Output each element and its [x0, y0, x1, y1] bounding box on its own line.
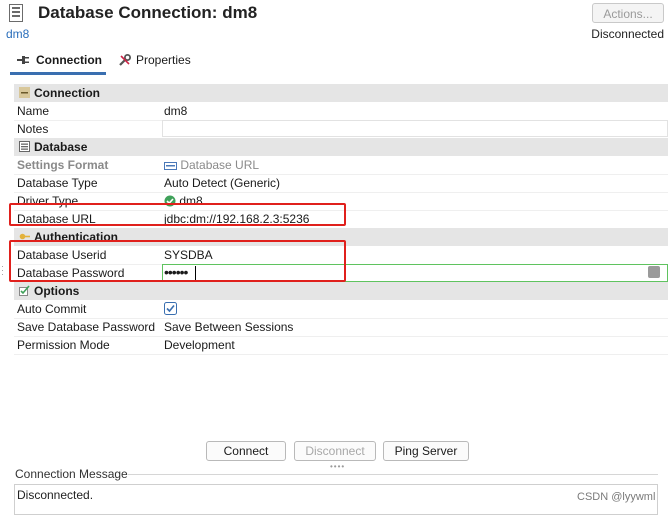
tab-properties-label: Properties	[136, 53, 191, 67]
auto-commit-label: Auto Commit	[17, 302, 87, 316]
property-row-permission-mode: Permission Mode Development	[14, 336, 668, 355]
category-database[interactable]: Database	[14, 138, 668, 156]
settings-format-value[interactable]: Database URL	[164, 158, 259, 172]
wrench-icon	[119, 53, 131, 66]
notes-label: Notes	[17, 122, 49, 136]
property-row-settings-format: Settings Format Database URL	[14, 156, 668, 175]
settings-format-label: Settings Format	[17, 158, 109, 172]
property-row-name: Name dm8	[14, 102, 668, 121]
annotation-box-credentials	[9, 240, 346, 282]
property-row-database-type: Database Type Auto Detect (Generic)	[14, 174, 668, 193]
annotation-box-url	[9, 203, 346, 226]
tab-connection[interactable]: Connection	[17, 53, 102, 67]
name-value[interactable]: dm8	[164, 104, 187, 118]
resize-grip-icon[interactable]: · · ·	[1, 262, 4, 279]
active-tab-indicator	[10, 72, 106, 75]
category-connection-title: Connection	[34, 86, 100, 100]
divider	[128, 474, 658, 475]
property-row-auto-commit: Auto Commit	[14, 300, 668, 319]
property-row-save-password: Save Database Password Save Between Sess…	[14, 318, 668, 337]
field-menu-icon[interactable]	[648, 266, 660, 278]
checkbox-checked-icon[interactable]	[164, 302, 177, 315]
database-type-value[interactable]: Auto Detect (Generic)	[164, 176, 280, 190]
category-database-title: Database	[34, 140, 88, 154]
plug-icon	[17, 56, 29, 64]
tab-connection-label: Connection	[36, 53, 102, 67]
connection-status: Disconnected	[591, 27, 664, 41]
options-icon	[19, 285, 30, 296]
settings-format-text: Database URL	[180, 158, 260, 172]
name-label: Name	[17, 104, 50, 118]
save-password-value[interactable]: Save Between Sessions	[164, 320, 293, 334]
connection-name-link[interactable]: dm8	[6, 27, 29, 41]
database-type-label: Database Type	[17, 176, 98, 190]
save-password-label: Save Database Password	[17, 320, 156, 334]
notes-field[interactable]	[162, 120, 668, 137]
ping-server-button[interactable]: Ping Server	[383, 441, 469, 461]
connect-button[interactable]: Connect	[206, 441, 286, 461]
database-category-icon	[19, 141, 30, 152]
connection-category-icon	[19, 87, 30, 98]
disconnect-button[interactable]: Disconnect	[294, 441, 376, 461]
category-options-title: Options	[34, 284, 80, 298]
category-options[interactable]: Options	[14, 282, 668, 300]
splitter-handle-icon[interactable]: ••••	[330, 462, 345, 471]
property-row-notes: Notes	[14, 120, 668, 139]
connection-message-text: Disconnected.	[17, 488, 94, 502]
url-icon	[164, 161, 177, 170]
database-icon	[9, 4, 23, 22]
tab-properties[interactable]: Properties	[118, 53, 191, 67]
permission-mode-label: Permission Mode	[17, 338, 110, 352]
connection-message-label: Connection Message	[15, 467, 128, 481]
permission-mode-value[interactable]: Development	[164, 338, 235, 352]
category-connection[interactable]: Connection	[14, 84, 668, 102]
watermark: CSDN @lyywml	[577, 491, 656, 503]
page-title: Database Connection: dm8	[38, 3, 258, 22]
connection-message-box[interactable]	[14, 484, 658, 515]
actions-button[interactable]: Actions...	[592, 3, 664, 23]
